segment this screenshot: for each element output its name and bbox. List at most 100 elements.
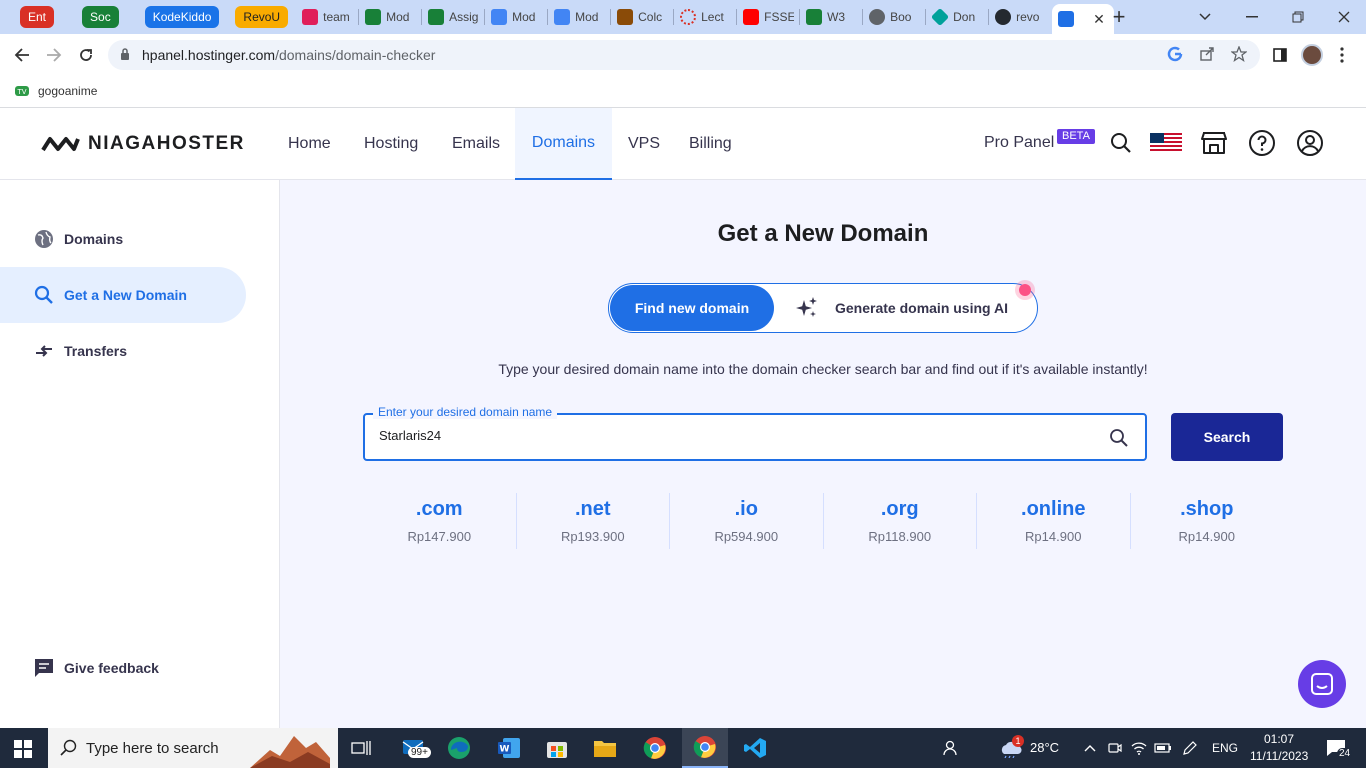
give-feedback-link[interactable]: Give feedback: [34, 658, 159, 678]
logo-text: NIAGAHOSTER: [88, 133, 245, 154]
file-explorer-icon[interactable]: [582, 728, 628, 768]
tab-group-revou[interactable]: RevoU: [235, 6, 289, 28]
address-bar[interactable]: hpanel.hostinger.com/domains/domain-chec…: [108, 40, 1260, 70]
browser-tab[interactable]: W3: [800, 0, 864, 34]
tld-item[interactable]: .online Rp14.900: [977, 493, 1131, 549]
domain-search-input[interactable]: [379, 428, 1079, 443]
nav-emails[interactable]: Emails: [452, 108, 500, 180]
star-icon[interactable]: [1230, 45, 1249, 64]
chrome-profile-icon[interactable]: [682, 728, 728, 768]
tld-item[interactable]: .com Rp147.900: [363, 493, 517, 549]
browser-tab[interactable]: team: [296, 0, 360, 34]
browser-tab[interactable]: Assig: [422, 0, 486, 34]
mail-icon[interactable]: 99+: [392, 728, 438, 768]
tab-group-kodekiddo[interactable]: KodeKiddo: [144, 6, 220, 28]
close-window-icon[interactable]: [1328, 0, 1360, 34]
weather-icon[interactable]: 1: [996, 728, 1026, 768]
search-icon: [60, 739, 77, 756]
people-icon[interactable]: [930, 728, 970, 768]
tld-item[interactable]: .net Rp193.900: [517, 493, 670, 549]
new-tab-icon[interactable]: +: [1106, 0, 1132, 34]
nav-billing[interactable]: Billing: [689, 108, 732, 180]
docs-icon: [491, 9, 508, 25]
sidebar-item-transfers[interactable]: Transfers: [0, 323, 246, 379]
battery-icon[interactable]: [1152, 728, 1174, 768]
tab-group-soc[interactable]: Soc: [82, 6, 119, 28]
temperature[interactable]: 28°C: [1030, 740, 1059, 755]
tld-price: Rp14.900: [1178, 529, 1235, 544]
account-icon[interactable]: [1295, 128, 1325, 158]
word-icon[interactable]: W: [486, 728, 532, 768]
store-app-icon[interactable]: [534, 728, 580, 768]
sidebar-item-get-new-domain[interactable]: Get a New Domain: [0, 267, 246, 323]
url-host: hpanel.hostinger.com: [142, 47, 276, 63]
google-icon[interactable]: [1167, 46, 1185, 64]
menu-icon[interactable]: [1328, 41, 1356, 69]
tld-price-list: .com Rp147.900 .net Rp193.900 .io Rp594.900…: [363, 493, 1283, 549]
bookmark-gogoanime[interactable]: TV gogoanime: [14, 83, 97, 99]
tab-search-icon[interactable]: [1192, 0, 1218, 34]
nav-hosting[interactable]: Hosting: [364, 108, 418, 180]
notifications-icon[interactable]: 24: [1316, 728, 1356, 768]
main-content: Get a New Domain Find new domain Generat…: [280, 180, 1366, 728]
browser-tab[interactable]: Mod: [548, 0, 612, 34]
tab-title: team: [323, 10, 350, 24]
mail-badge: 99+: [408, 747, 431, 758]
domain-field-label: Enter your desired domain name: [373, 405, 558, 419]
restore-icon[interactable]: [1282, 0, 1314, 34]
drive-icon: [428, 9, 445, 25]
profile-avatar[interactable]: [1298, 41, 1326, 69]
nav-home[interactable]: Home: [288, 108, 331, 180]
clock-time[interactable]: 01:07: [1264, 732, 1294, 746]
task-view-icon[interactable]: [338, 728, 384, 768]
language-indicator[interactable]: ENG: [1212, 741, 1238, 755]
browser-tab[interactable]: Colc: [611, 0, 675, 34]
browser-tab[interactable]: FSSE: [737, 0, 801, 34]
sidepanel-icon[interactable]: [1266, 41, 1294, 69]
tab-group-ent[interactable]: Ent: [20, 6, 55, 28]
tab-title: Don: [953, 10, 976, 24]
browser-tab[interactable]: Mod: [485, 0, 549, 34]
us-flag-icon[interactable]: [1150, 128, 1182, 158]
forward-icon[interactable]: [40, 41, 68, 69]
search-icon[interactable]: [1106, 128, 1136, 158]
nav-vps[interactable]: VPS: [628, 108, 660, 180]
chat-support-button[interactable]: [1298, 660, 1346, 708]
reload-icon[interactable]: [72, 41, 100, 69]
windows-start-icon[interactable]: [14, 740, 32, 763]
clock-date[interactable]: 11/11/2023: [1250, 749, 1308, 763]
lock-icon[interactable]: [120, 48, 130, 66]
sidebar-item-domains[interactable]: Domains: [0, 211, 246, 267]
taskbar-search[interactable]: Type here to search: [48, 728, 338, 768]
browser-tab[interactable]: Mod: [359, 0, 423, 34]
browser-tab[interactable]: Lect: [674, 0, 738, 34]
pen-icon[interactable]: [1178, 728, 1202, 768]
wifi-icon[interactable]: [1128, 728, 1150, 768]
close-tab-icon[interactable]: ✕: [1093, 11, 1105, 28]
browser-tab[interactable]: Boo: [863, 0, 927, 34]
nav-domains[interactable]: Domains: [515, 108, 612, 180]
edge-icon[interactable]: [436, 728, 482, 768]
back-icon[interactable]: [8, 41, 36, 69]
help-icon[interactable]: [1247, 128, 1277, 158]
chevron-up-icon[interactable]: [1080, 728, 1100, 768]
browser-tab-active[interactable]: ✕: [1052, 4, 1115, 34]
tld-item[interactable]: .io Rp594.900: [670, 493, 824, 549]
globe-icon: [35, 230, 53, 248]
share-icon[interactable]: [1199, 46, 1217, 64]
tld-item[interactable]: .org Rp118.900: [824, 493, 977, 549]
logo[interactable]: NIAGAHOSTER: [40, 133, 245, 155]
search-icon[interactable]: [1109, 428, 1129, 453]
pro-panel-link[interactable]: Pro Panel: [984, 134, 1054, 152]
chrome-icon[interactable]: [632, 728, 678, 768]
find-new-domain-tab[interactable]: Find new domain: [610, 285, 774, 331]
search-button[interactable]: Search: [1171, 413, 1283, 461]
generate-domain-ai-tab[interactable]: Generate domain using AI: [795, 284, 1008, 332]
browser-tab[interactable]: Don: [926, 0, 990, 34]
minimize-icon[interactable]: [1236, 0, 1268, 34]
browser-tab[interactable]: revo: [989, 0, 1052, 34]
tld-item[interactable]: .shop Rp14.900: [1131, 493, 1284, 549]
vscode-icon[interactable]: [732, 728, 778, 768]
store-icon[interactable]: [1199, 128, 1229, 158]
meet-now-icon[interactable]: [1104, 728, 1126, 768]
